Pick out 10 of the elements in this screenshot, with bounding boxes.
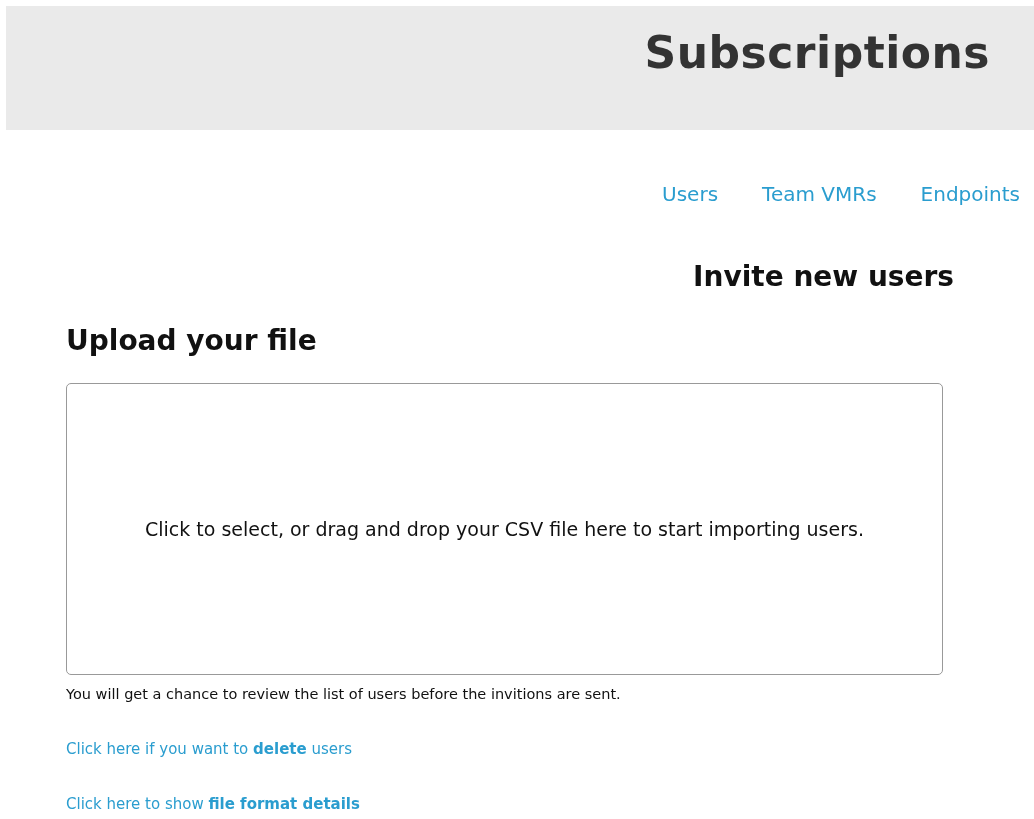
file-drop-zone[interactable]: Click to select, or drag and drop your CSV file here to start importing users.	[66, 383, 943, 675]
nav-link[interactable]: Team VMRs	[762, 180, 877, 208]
review-note: You will get a chance to review the list of users before the invitions are sent.	[66, 685, 621, 704]
section-title: Invite new users	[693, 260, 954, 294]
text-link[interactable]: Click here to show file format details	[66, 793, 360, 815]
upload-heading: Upload your file	[66, 324, 317, 358]
page-header-title: Subscriptions	[644, 26, 990, 80]
nav-link[interactable]: Users	[662, 180, 719, 208]
nav-link[interactable]: Endpoints	[920, 180, 1020, 208]
text-link[interactable]: Click here if you want to delete users	[66, 738, 352, 760]
